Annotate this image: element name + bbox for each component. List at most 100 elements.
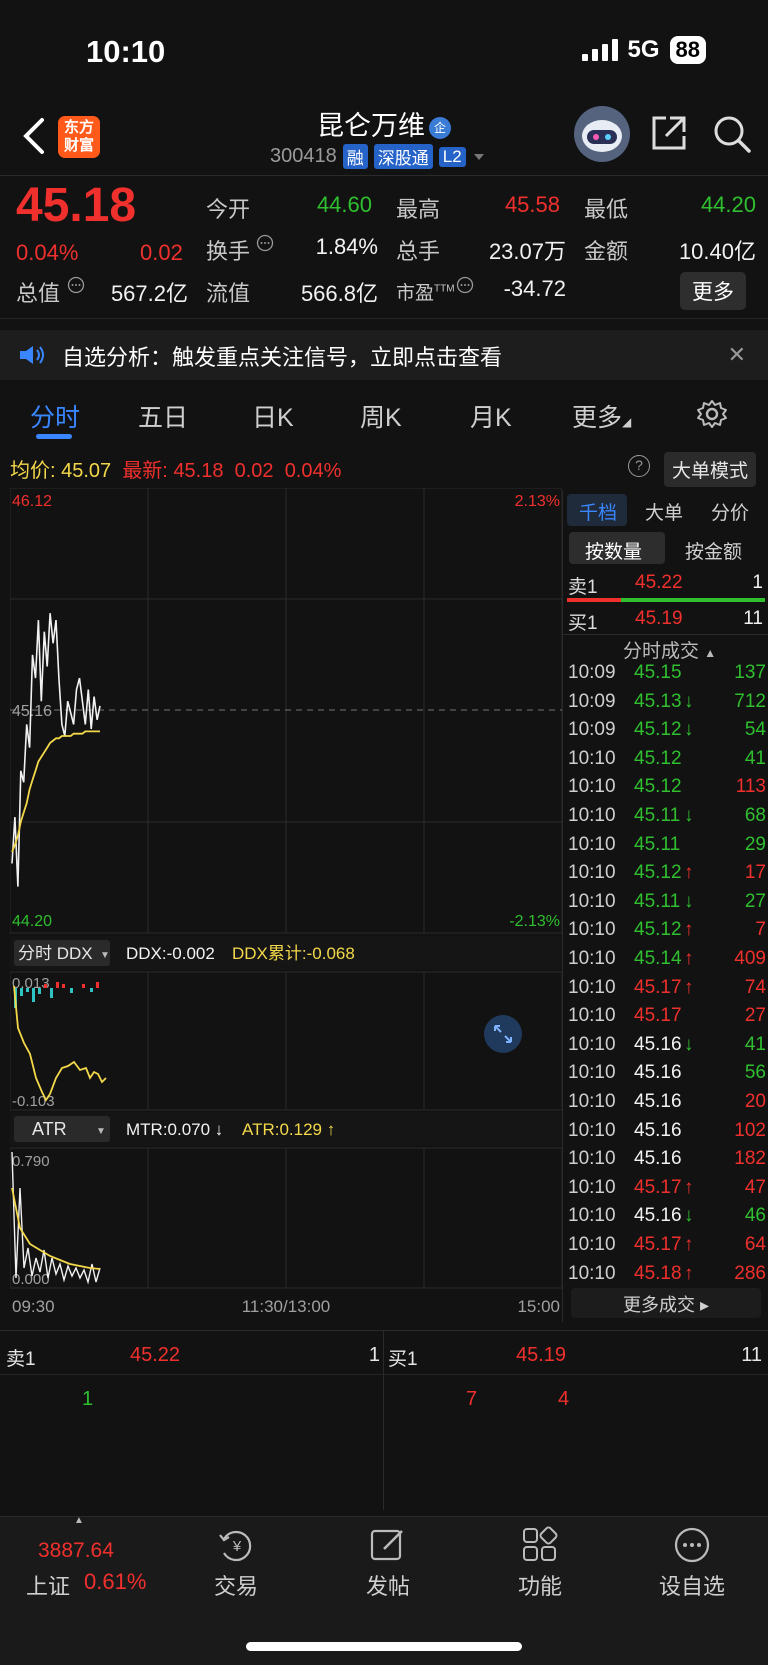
tick-time: 10:10 — [568, 976, 616, 998]
tick-volume: 409 — [734, 948, 766, 969]
tick-arrow-icon: ↓ — [684, 719, 694, 741]
ddx-cumulative-line — [13, 985, 107, 1102]
nav-post[interactable]: 发帖 — [338, 1569, 438, 1601]
tick-row: 10:10 45.11 ↓ 27 — [568, 891, 766, 919]
divider — [0, 1330, 768, 1331]
tab-weekly-k[interactable]: 周K — [360, 398, 402, 434]
assistant-avatar[interactable] — [574, 106, 630, 162]
notice-bar[interactable]: 自选分析：触发重点关注信号，立即点击查看 ✕ — [0, 330, 768, 380]
info-icon[interactable] — [256, 234, 274, 252]
tick-time: 10:10 — [568, 919, 616, 941]
big-order-mode-button[interactable]: 大单模式 — [664, 452, 757, 487]
index-percent[interactable]: 0.61% — [84, 1569, 146, 1595]
search-icon[interactable] — [712, 114, 752, 154]
tick-arrow-icon: ↓ — [684, 805, 694, 826]
tick-volume: 102 — [734, 1119, 766, 1141]
y-bottom-label: 44.20 — [12, 913, 52, 930]
tick-row: 10:10 45.16 ↓ 46 — [568, 1205, 766, 1233]
tick-price: 45.13 — [634, 690, 682, 712]
dropdown-icon — [473, 153, 484, 160]
more-dots-icon[interactable] — [672, 1525, 712, 1565]
tick-volume: 64 — [744, 1234, 766, 1255]
pct-top-label: 2.13% — [515, 493, 560, 510]
tick-price: 45.17 — [634, 1176, 682, 1198]
volume-value: 23.07万 — [488, 239, 566, 264]
nav-add-watchlist[interactable]: 设自选 — [642, 1569, 742, 1601]
battery-icon: 88 — [669, 36, 706, 64]
more-ticks-button[interactable]: 更多成交 ▸ — [571, 1288, 761, 1318]
nav-trade[interactable]: 交易 — [186, 1569, 286, 1601]
tick-arrow-icon: ↑ — [684, 919, 694, 941]
tab-monthly-k[interactable]: 月K — [470, 398, 512, 434]
tick-volume: 41 — [744, 747, 766, 769]
tick-volume: 286 — [734, 1262, 766, 1284]
info-icon[interactable] — [456, 276, 474, 294]
functions-icon[interactable] — [520, 1525, 560, 1565]
index-value[interactable]: 3887.64 — [38, 1539, 114, 1563]
tab-five-day[interactable]: 五日 — [138, 398, 188, 434]
intraday-chart[interactable]: 46.12 45.16 44.20 2.13% -2.13% 分时 DDX ▼ … — [10, 488, 562, 1318]
stock-code-row[interactable]: 300418 融 深股通 L2 — [270, 144, 486, 169]
network-type: 5G — [627, 36, 660, 63]
tick-price: 45.15 — [634, 662, 682, 683]
tick-time: 10:10 — [568, 1119, 616, 1141]
tick-time: 10:09 — [568, 662, 616, 683]
divider — [562, 490, 563, 1322]
tick-time: 10:10 — [568, 833, 616, 855]
tab-price-dist[interactable]: 分价 — [711, 498, 749, 525]
float-cap-label: 流值 — [206, 281, 251, 306]
post-icon[interactable] — [368, 1525, 408, 1565]
tab-more[interactable]: 更多◢ — [572, 398, 631, 434]
help-icon[interactable]: ? — [628, 455, 650, 477]
tick-volume: 712 — [734, 690, 766, 712]
tag-margin: 融 — [342, 144, 368, 169]
tick-price: 45.16 — [634, 1033, 682, 1055]
settings-icon[interactable] — [696, 398, 728, 430]
close-icon[interactable]: ✕ — [728, 342, 746, 368]
tick-volume: 20 — [744, 1091, 766, 1112]
current-price: 45.18 — [16, 179, 137, 232]
tick-time: 10:10 — [568, 1062, 616, 1084]
avg-value: 45.07 — [61, 460, 112, 482]
tick-row: 10:09 45.13 ↓ 712 — [568, 691, 766, 719]
subtab-by-amount[interactable]: 按金额 — [685, 537, 742, 564]
nav-functions[interactable]: 功能 — [490, 1569, 590, 1601]
amount-label: 金额 — [584, 239, 629, 264]
index-name[interactable]: 上证 — [26, 1569, 70, 1601]
latest-percent: 0.04% — [284, 460, 342, 482]
ticks-header[interactable]: 分时成交 ▲ — [623, 636, 716, 663]
ob-buy-label: 买1 — [388, 1349, 418, 1370]
tick-time: 10:10 — [568, 776, 616, 798]
tick-row: 10:10 45.12 ↑ 7 — [568, 919, 766, 947]
tick-volume: 74 — [744, 976, 766, 998]
sell1-qty: 1 — [752, 572, 763, 593]
pe-value: -34.72 — [503, 276, 566, 301]
tick-volume: 113 — [735, 776, 766, 798]
speaker-icon — [20, 346, 44, 364]
price-line — [11, 613, 101, 887]
tick-time: 10:10 — [568, 1262, 616, 1284]
home-indicator — [246, 1642, 522, 1651]
tab-level[interactable]: 千档 — [579, 498, 617, 525]
stock-code: 300418 — [270, 145, 337, 167]
index-up-arrow: ▲ — [74, 1515, 84, 1526]
info-icon[interactable] — [67, 276, 85, 294]
tab-big-orders[interactable]: 大单 — [645, 498, 683, 525]
tab-daily-k[interactable]: 日K — [252, 398, 294, 434]
atr-value: ATR:0.129 ↑ — [242, 1120, 335, 1139]
expand-icon[interactable] — [484, 1015, 522, 1053]
tick-price: 45.12 — [634, 919, 682, 941]
tick-price: 45.11 — [634, 890, 681, 912]
tick-row: 10:09 45.12 ↓ 54 — [568, 719, 766, 747]
tick-time: 10:10 — [568, 805, 616, 826]
ddx-cumulative: DDX累计:-0.068 — [232, 944, 355, 963]
tick-arrow-icon: ↑ — [684, 948, 694, 969]
trade-icon[interactable]: ¥ — [216, 1525, 256, 1565]
chart-tabs: 分时 五日 日K 周K 月K 更多◢ — [0, 392, 768, 446]
ddx-value: DDX:-0.002 — [126, 944, 215, 963]
tab-intraday[interactable]: 分时 — [30, 398, 80, 434]
more-quote-button[interactable]: 更多 — [680, 272, 746, 310]
float-cap-value: 566.8亿 — [300, 281, 378, 306]
share-icon[interactable] — [650, 114, 688, 152]
subtab-by-qty[interactable]: 按数量 — [585, 537, 642, 564]
